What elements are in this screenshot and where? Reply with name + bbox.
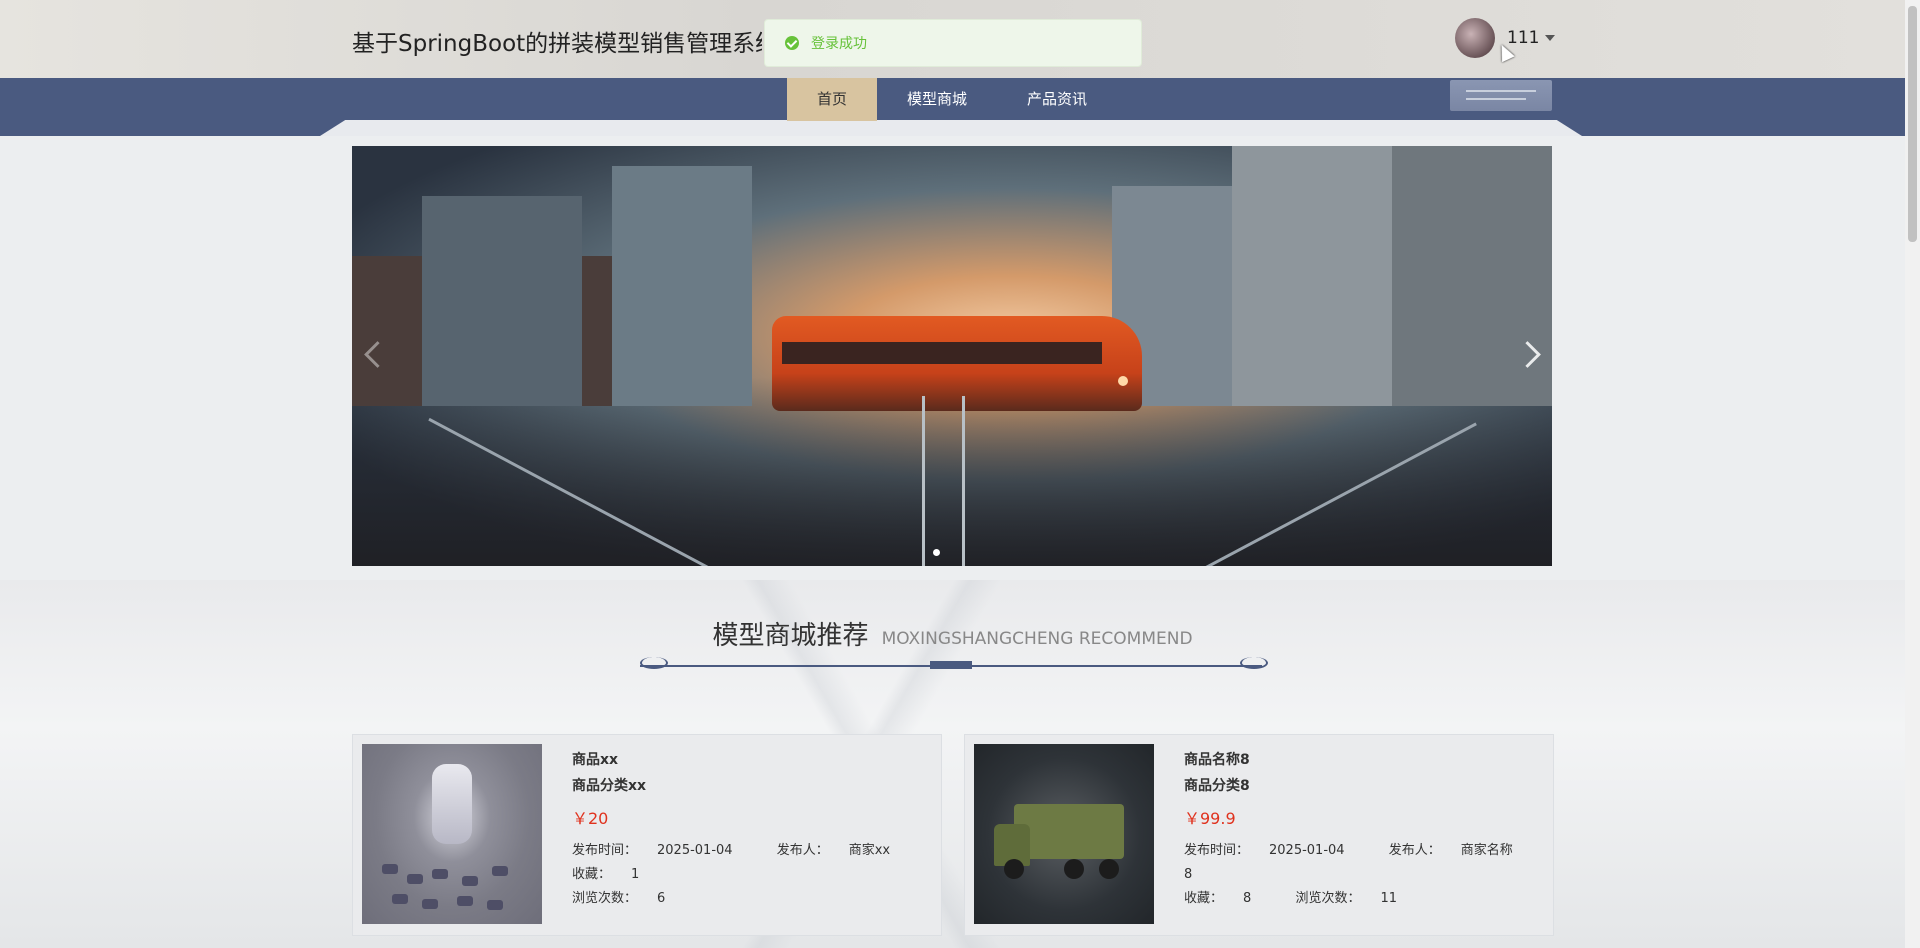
scrollbar-thumb[interactable] bbox=[1908, 6, 1917, 242]
section-divider-accent bbox=[930, 661, 972, 669]
site-title: 基于SpringBoot的拼装模型销售管理系统的 bbox=[352, 31, 762, 57]
hero-carousel[interactable] bbox=[352, 146, 1552, 566]
publish-time-label: 发布时间： bbox=[1184, 843, 1250, 858]
product-price: ￥99.9 bbox=[1184, 809, 1236, 828]
product-price: ￥20 bbox=[572, 809, 609, 828]
recommend-section-title: 模型商城推荐 MOXINGSHANGCHENG RECOMMEND bbox=[0, 615, 1905, 652]
nav-item-model-mall[interactable]: 模型商城 bbox=[877, 78, 997, 121]
section-title-zh: 模型商城推荐 bbox=[712, 621, 869, 651]
views-count: 11 bbox=[1380, 891, 1397, 906]
publish-time-label: 发布时间： bbox=[572, 843, 638, 858]
product-meta: 发布时间： 2025-01-04 发布人： 商家xx 收藏： 1 浏览次数： 6 bbox=[572, 839, 941, 911]
publisher: 商家xx bbox=[848, 843, 891, 858]
favorites-count: 1 bbox=[631, 867, 640, 882]
product-card[interactable]: 商品名称8 商品分类8 ￥99.9 发布时间： 2025-01-04 发布人： 商家… bbox=[964, 734, 1554, 936]
page-scrollbar[interactable] bbox=[1905, 0, 1920, 948]
publish-time: 2025-01-04 bbox=[1269, 843, 1345, 858]
favorites-count: 8 bbox=[1243, 891, 1252, 906]
product-image-truck[interactable] bbox=[974, 744, 1154, 924]
favorites-label: 收藏： bbox=[1184, 891, 1224, 906]
product-image-robot[interactable] bbox=[362, 744, 542, 924]
product-card[interactable]: 商品xx 商品分类xx ￥20 发布时间： 2025-01-04 发布人： 商家xx… bbox=[352, 734, 942, 936]
product-category: 商品分类8 bbox=[1184, 778, 1250, 794]
publisher-label: 发布人： bbox=[776, 843, 829, 858]
publisher-label: 发布人： bbox=[1388, 843, 1441, 858]
publish-time: 2025-01-04 bbox=[657, 843, 733, 858]
toast-message: 登录成功 bbox=[811, 36, 867, 52]
product-meta: 发布时间： 2025-01-04 发布人： 商家名称8 收藏： 8 浏览次数： 11 bbox=[1184, 839, 1553, 911]
nav-item-home[interactable]: 首页 bbox=[787, 78, 878, 121]
carousel-indicator[interactable] bbox=[933, 549, 940, 556]
train-illustration bbox=[772, 316, 1142, 411]
nav-item-product-news[interactable]: 产品资讯 bbox=[997, 78, 1117, 121]
product-info: 商品xx 商品分类xx ￥20 发布时间： 2025-01-04 发布人： 商家xx… bbox=[572, 749, 941, 911]
nav-decoration bbox=[320, 120, 1582, 136]
mini-banner-thumb bbox=[1450, 80, 1552, 111]
views-count: 6 bbox=[657, 891, 666, 906]
caret-down-icon[interactable] bbox=[1545, 35, 1556, 41]
section-title-en: MOXINGSHANGCHENG RECOMMEND bbox=[881, 629, 1193, 649]
views-label: 浏览次数： bbox=[1295, 891, 1361, 906]
product-name[interactable]: 商品xx bbox=[572, 749, 941, 769]
username[interactable]: 111 bbox=[1507, 28, 1539, 48]
divider-curl-left bbox=[640, 657, 668, 669]
views-label: 浏览次数： bbox=[572, 891, 638, 906]
check-circle-icon bbox=[785, 36, 799, 50]
product-category: 商品分类xx bbox=[572, 778, 647, 794]
avatar[interactable] bbox=[1455, 18, 1495, 58]
divider-curl-right bbox=[1240, 657, 1268, 669]
product-info: 商品名称8 商品分类8 ￥99.9 发布时间： 2025-01-04 发布人： 商家… bbox=[1184, 749, 1553, 911]
main-nav: 首页 模型商城 产品资讯 bbox=[787, 78, 1117, 121]
favorites-label: 收藏： bbox=[572, 867, 612, 882]
product-name[interactable]: 商品名称8 bbox=[1184, 749, 1553, 769]
success-toast: 登录成功 bbox=[764, 19, 1142, 67]
